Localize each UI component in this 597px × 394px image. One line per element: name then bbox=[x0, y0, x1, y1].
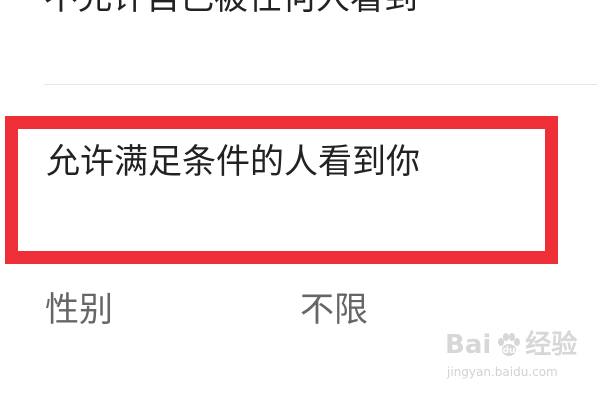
paw-icon: du bbox=[498, 333, 520, 356]
gender-label: 性别 bbox=[45, 290, 113, 330]
svg-text:du: du bbox=[503, 346, 516, 356]
divider bbox=[44, 84, 597, 85]
watermark-url: jingyan.baidu.com bbox=[447, 365, 558, 379]
privacy-settings-screen: 不允许自己被任何人看到 允许满足条件的人看到你 性别 不限 Bai经验 du j… bbox=[0, 0, 597, 394]
option-hide-from-all[interactable]: 不允许自己被任何人看到 bbox=[44, 0, 418, 20]
baidu-jingyan-watermark: Bai 经验 du jingyan.baidu.com bbox=[445, 329, 577, 385]
gender-value[interactable]: 不限 bbox=[300, 288, 368, 332]
highlight-annotation-box bbox=[5, 116, 558, 264]
